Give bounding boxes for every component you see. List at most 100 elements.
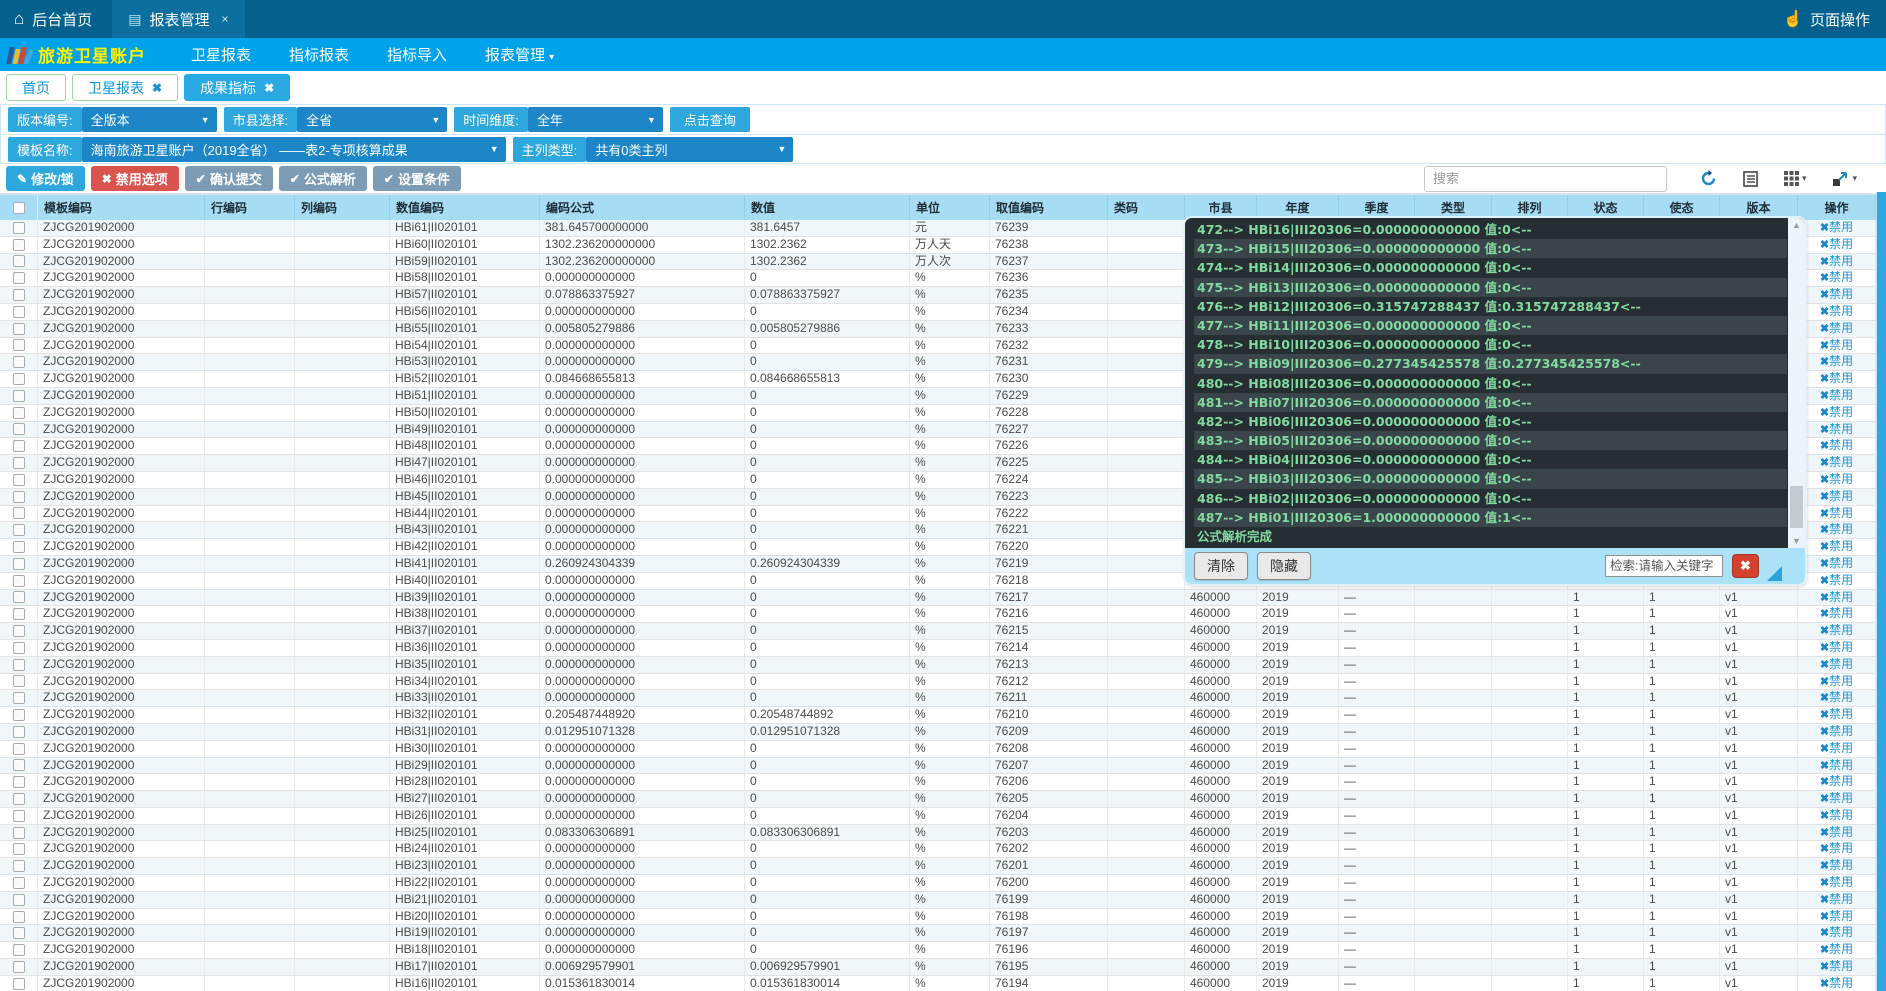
- row-checkbox[interactable]: [13, 944, 25, 956]
- row-checkbox[interactable]: [13, 726, 25, 738]
- disable-link[interactable]: ✖禁用: [1820, 875, 1853, 889]
- row-checkbox[interactable]: [13, 625, 25, 637]
- page-operations-button[interactable]: ☝ 页面操作: [1783, 0, 1886, 38]
- disable-link[interactable]: ✖禁用: [1820, 338, 1853, 352]
- list-view-icon[interactable]: [1730, 171, 1771, 187]
- row-checkbox[interactable]: [13, 608, 25, 620]
- nav-tab-close-icon[interactable]: ×: [222, 12, 229, 26]
- disable-link[interactable]: ✖禁用: [1820, 254, 1853, 268]
- time-dimension-select[interactable]: 全年▼: [528, 107, 663, 132]
- row-checkbox[interactable]: [13, 692, 25, 704]
- row-checkbox[interactable]: [13, 743, 25, 755]
- nav-tab-report-management[interactable]: ▤ 报表管理 ×: [112, 0, 244, 38]
- disable-link[interactable]: ✖禁用: [1820, 825, 1853, 839]
- row-checkbox[interactable]: [13, 457, 25, 469]
- row-checkbox[interactable]: [13, 709, 25, 721]
- disable-options-button[interactable]: ✖禁用选项: [91, 166, 179, 191]
- row-checkbox[interactable]: [13, 927, 25, 939]
- menu-item-report-management[interactable]: 报表管理▾: [466, 44, 573, 65]
- nav-home[interactable]: ⌂ 后台首页: [0, 0, 112, 38]
- disable-link[interactable]: ✖禁用: [1820, 640, 1853, 654]
- row-checkbox[interactable]: [13, 356, 25, 368]
- row-checkbox[interactable]: [13, 507, 25, 519]
- row-checkbox[interactable]: [13, 474, 25, 486]
- disable-link[interactable]: ✖禁用: [1820, 573, 1853, 587]
- row-checkbox[interactable]: [13, 793, 25, 805]
- close-icon[interactable]: ✖: [264, 81, 274, 95]
- clear-button[interactable]: 清除: [1194, 552, 1248, 580]
- disable-link[interactable]: ✖禁用: [1820, 657, 1853, 671]
- set-condition-button[interactable]: ✔设置条件: [373, 166, 461, 191]
- row-checkbox[interactable]: [13, 776, 25, 788]
- tab-result-indicators[interactable]: 成果指标 ✖: [184, 74, 290, 101]
- page-vertical-scrollbar[interactable]: [1876, 192, 1886, 991]
- disable-link[interactable]: ✖禁用: [1820, 489, 1853, 503]
- disable-link[interactable]: ✖禁用: [1820, 590, 1853, 604]
- row-checkbox[interactable]: [13, 323, 25, 335]
- select-all-checkbox[interactable]: [13, 202, 25, 214]
- modify-lock-button[interactable]: ✎修改/锁: [6, 166, 85, 191]
- refresh-icon[interactable]: [1687, 170, 1730, 187]
- disable-link[interactable]: ✖禁用: [1820, 959, 1853, 973]
- disable-link[interactable]: ✖禁用: [1820, 808, 1853, 822]
- scroll-up-icon[interactable]: ▲: [1792, 218, 1801, 232]
- menu-item-satellite-report[interactable]: 卫星报表: [172, 44, 270, 65]
- disable-link[interactable]: ✖禁用: [1820, 472, 1853, 486]
- disable-link[interactable]: ✖禁用: [1820, 774, 1853, 788]
- disable-link[interactable]: ✖禁用: [1820, 371, 1853, 385]
- row-checkbox[interactable]: [13, 877, 25, 889]
- row-checkbox[interactable]: [13, 541, 25, 553]
- disable-link[interactable]: ✖禁用: [1820, 287, 1853, 301]
- confirm-submit-button[interactable]: ✔确认提交: [185, 166, 273, 191]
- disable-link[interactable]: ✖禁用: [1820, 539, 1853, 553]
- disable-link[interactable]: ✖禁用: [1820, 623, 1853, 637]
- disable-link[interactable]: ✖禁用: [1820, 741, 1853, 755]
- disable-link[interactable]: ✖禁用: [1820, 892, 1853, 906]
- row-checkbox[interactable]: [13, 339, 25, 351]
- row-checkbox[interactable]: [13, 642, 25, 654]
- disable-link[interactable]: ✖禁用: [1820, 506, 1853, 520]
- disable-link[interactable]: ✖禁用: [1820, 237, 1853, 251]
- row-checkbox[interactable]: [13, 524, 25, 536]
- disable-link[interactable]: ✖禁用: [1820, 270, 1853, 284]
- row-checkbox[interactable]: [13, 407, 25, 419]
- disable-link[interactable]: ✖禁用: [1820, 707, 1853, 721]
- row-checkbox[interactable]: [13, 440, 25, 452]
- disable-link[interactable]: ✖禁用: [1820, 606, 1853, 620]
- row-checkbox[interactable]: [13, 911, 25, 923]
- tab-home[interactable]: 首页: [6, 74, 66, 101]
- resize-handle[interactable]: [1767, 566, 1782, 581]
- disable-link[interactable]: ✖禁用: [1820, 925, 1853, 939]
- hide-button[interactable]: 隐藏: [1257, 552, 1311, 580]
- row-checkbox[interactable]: [13, 591, 25, 603]
- row-checkbox[interactable]: [13, 759, 25, 771]
- row-checkbox[interactable]: [13, 827, 25, 839]
- menu-item-indicator-report[interactable]: 指标报表: [270, 44, 368, 65]
- main-column-type-select[interactable]: 共有0类主列▼: [586, 137, 793, 162]
- disable-link[interactable]: ✖禁用: [1820, 220, 1853, 234]
- disable-link[interactable]: ✖禁用: [1820, 724, 1853, 738]
- disable-link[interactable]: ✖禁用: [1820, 791, 1853, 805]
- row-checkbox[interactable]: [13, 978, 25, 990]
- formula-parse-button[interactable]: ✔公式解析: [279, 166, 367, 191]
- row-checkbox[interactable]: [13, 390, 25, 402]
- console-search-input[interactable]: [1605, 555, 1723, 577]
- disable-link[interactable]: ✖禁用: [1820, 841, 1853, 855]
- city-select[interactable]: 全省▼: [297, 107, 447, 132]
- row-checkbox[interactable]: [13, 894, 25, 906]
- disable-link[interactable]: ✖禁用: [1820, 909, 1853, 923]
- disable-link[interactable]: ✖禁用: [1820, 304, 1853, 318]
- row-checkbox[interactable]: [13, 575, 25, 587]
- disable-link[interactable]: ✖禁用: [1820, 422, 1853, 436]
- disable-link[interactable]: ✖禁用: [1820, 438, 1853, 452]
- version-select[interactable]: 全版本▼: [82, 107, 217, 132]
- row-checkbox[interactable]: [13, 272, 25, 284]
- search-input[interactable]: [1424, 166, 1667, 192]
- disable-link[interactable]: ✖禁用: [1820, 321, 1853, 335]
- row-checkbox[interactable]: [13, 423, 25, 435]
- row-checkbox[interactable]: [13, 222, 25, 234]
- scroll-down-icon[interactable]: ▼: [1792, 534, 1801, 548]
- row-checkbox[interactable]: [13, 961, 25, 973]
- template-select[interactable]: 海南旅游卫星账户（2019全省） ——表2-专项核算成果▼: [82, 137, 506, 162]
- disable-link[interactable]: ✖禁用: [1820, 556, 1853, 570]
